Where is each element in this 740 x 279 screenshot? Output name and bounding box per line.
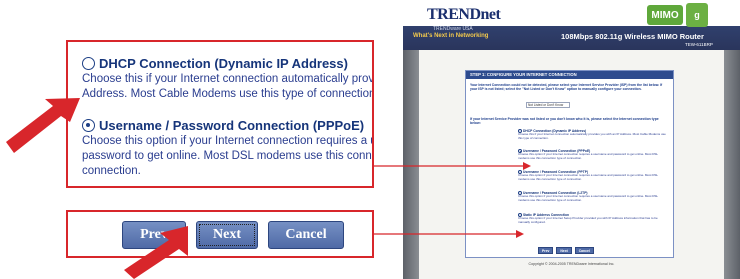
pppoe-desc-1: Choose this option if your Internet conn… [82, 135, 374, 147]
pppoe-title: Username / Password Connection (PPPoE) [99, 118, 365, 133]
mini-radio-pptp[interactable] [518, 170, 522, 174]
tagline: What's Next in Networking [413, 33, 489, 39]
cancel-button[interactable]: Cancel [268, 221, 344, 249]
copyright: Copyright © 2004-2005 TRENDware Internat… [528, 262, 615, 266]
pppoe-desc-2: password to get online. Most DSL modems … [82, 150, 374, 162]
panel-intro: Your Internet Connection could not be de… [470, 83, 663, 92]
isp-select[interactable]: Not Listed or Don't Know [526, 102, 570, 108]
mimo-badge: MIMO [647, 5, 683, 25]
mini-option-l2tp[interactable]: Username / Password Connection (L2TP) Ch… [518, 191, 668, 202]
logo-sub: TRENDware USA [433, 26, 473, 32]
mini-desc-pppoe: Choose this option if your Internet conn… [518, 152, 658, 160]
dhcp-desc-1: Choose this if your Internet connection … [82, 73, 374, 85]
mini-next-button[interactable]: Next [556, 247, 572, 254]
mini-desc-l2tp: Choose this option if your Internet conn… [518, 194, 658, 202]
mini-prev-button[interactable]: Prev [538, 247, 554, 254]
left-side [403, 50, 419, 279]
mini-radio-l2tp[interactable] [518, 191, 522, 195]
dhcp-desc-2: Address. Most Cable Modems use this type… [82, 88, 374, 100]
model-title: 108Mbps 802.11g Wireless MIMO Router [561, 32, 704, 41]
model-number: TEW-611BRP [685, 42, 713, 47]
option-pppoe[interactable]: Username / Password Connection (PPPoE) C… [82, 118, 374, 178]
mini-option-dhcp[interactable]: DHCP Connection (Dynamic IP Address) Cho… [518, 129, 668, 140]
mini-option-pptp[interactable]: Username / Password Connection (PPTP) Ch… [518, 170, 668, 181]
mini-desc-static: Choose this option if your Internet Setu… [518, 216, 658, 224]
mini-cancel-button[interactable]: Cancel [574, 247, 594, 254]
panel-title: STEP 1: CONFIGURE YOUR INTERNET CONNECTI… [466, 71, 673, 79]
trendnet-logo: TRENDnet [427, 6, 501, 23]
page-body: STEP 1: CONFIGURE YOUR INTERNET CONNECTI… [419, 50, 724, 279]
config-panel: STEP 1: CONFIGURE YOUR INTERNET CONNECTI… [465, 70, 674, 258]
mini-radio-static[interactable] [518, 213, 522, 217]
zoom-callout-options: DHCP Connection (Dynamic IP Address) Cho… [66, 40, 374, 188]
g-badge: g [686, 3, 708, 27]
dhcp-title: DHCP Connection (Dynamic IP Address) [99, 56, 348, 71]
dhcp-radio[interactable] [82, 57, 95, 70]
pppoe-radio[interactable] [82, 119, 95, 132]
mini-radio-pppoe[interactable] [518, 149, 522, 153]
mini-desc-pptp: Choose this option if your Internet conn… [518, 173, 658, 181]
option-dhcp[interactable]: DHCP Connection (Dynamic IP Address) Cho… [82, 56, 374, 101]
mini-option-static[interactable]: Static IP Address Connection Choose this… [518, 213, 668, 224]
router-screenshot: TRENDnet TRENDware USA What's Next in Ne… [403, 0, 740, 279]
right-side [724, 50, 740, 279]
panel-question: If your Internet Service Provider was no… [470, 117, 659, 126]
mini-option-pppoe[interactable]: Username / Password Connection (PPPoE) C… [518, 149, 668, 160]
zoom-callout-buttons: Prev Next Cancel [66, 210, 374, 258]
mini-radio-dhcp[interactable] [518, 129, 522, 133]
mini-desc-dhcp: Choose this if your Internet connection … [518, 132, 666, 140]
mini-button-row: Prev Next Cancel [538, 247, 594, 254]
next-button[interactable]: Next [196, 221, 258, 249]
pppoe-desc-3: connection. [82, 165, 141, 177]
prev-button[interactable]: Prev [122, 221, 186, 249]
